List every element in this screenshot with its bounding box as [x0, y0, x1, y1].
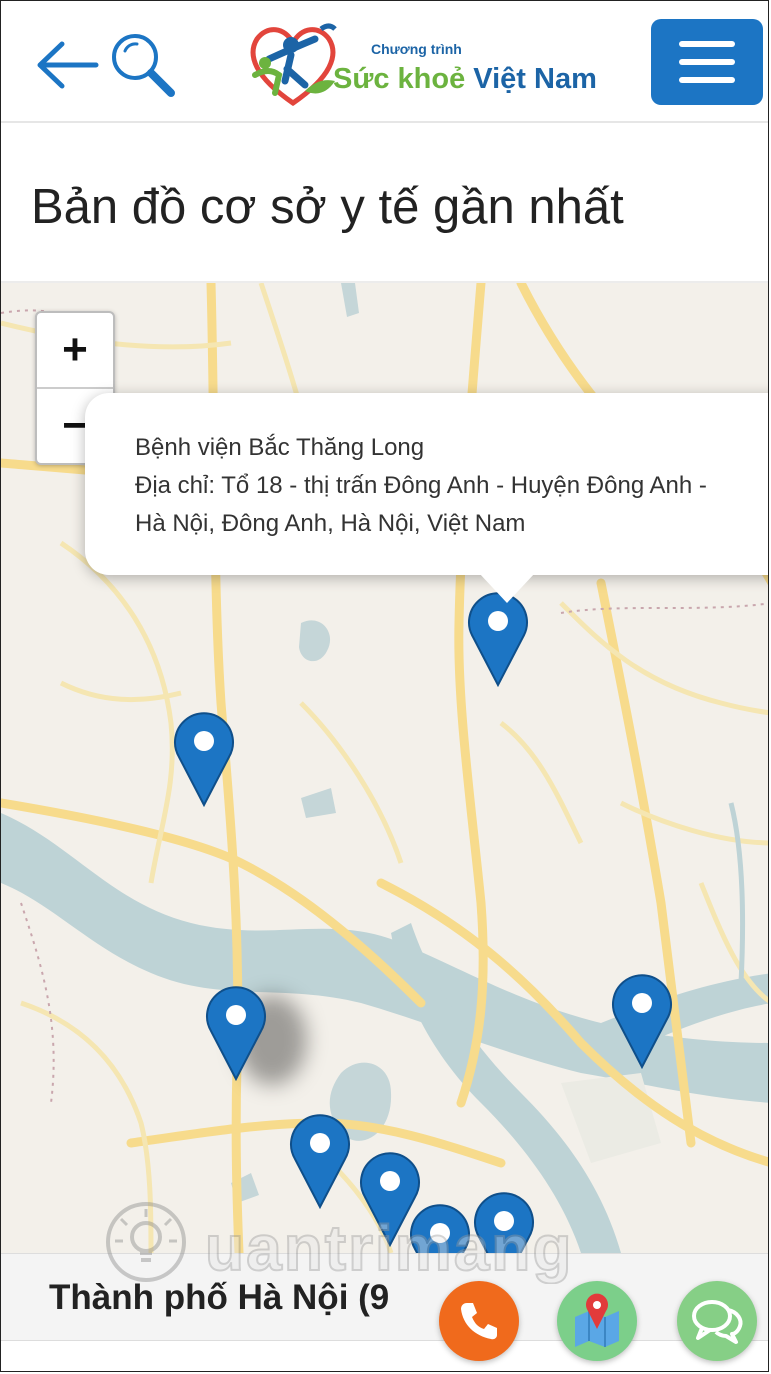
map-marker[interactable]: [173, 711, 235, 807]
header: Chương trình Sức khoẻ Việt Nam: [1, 1, 768, 123]
search-button[interactable]: [105, 27, 181, 103]
map-marker[interactable]: [473, 1191, 535, 1253]
brand-logo[interactable]: Chương trình Sức khoẻ Việt Nam: [245, 19, 625, 111]
popup-content: Bệnh viện Bắc Thăng Long Địa chỉ: Tổ 18 …: [135, 429, 707, 543]
zoom-in-button[interactable]: +: [37, 313, 113, 389]
call-button[interactable]: [439, 1281, 519, 1361]
map-pin-icon: [575, 1293, 619, 1347]
popup-address-line-2: Hà Nội, Đông Anh, Hà Nội, Việt Nam: [135, 510, 526, 537]
chat-bubble-icon: [692, 1300, 743, 1344]
map-marker[interactable]: [409, 1203, 471, 1253]
map-marker-icon: [474, 1192, 534, 1253]
title-section: Bản đồ cơ sở y tế gần nhất: [1, 123, 768, 283]
logo-main-text: Sức khoẻ Việt Nam: [333, 63, 597, 96]
map-button[interactable]: [557, 1281, 637, 1361]
marker-info-popup[interactable]: Bệnh viện Bắc Thăng Long Địa chỉ: Tổ 18 …: [85, 393, 768, 603]
popup-pointer: [479, 573, 535, 603]
logo-emblem-icon: [250, 23, 337, 107]
map-view[interactable]: + − Bệnh viện Bắc Thăng Long Địa chỉ: Tổ…: [1, 283, 768, 1253]
arrow-left-icon: [37, 41, 99, 89]
logo-green-text: Sức khoẻ: [333, 63, 466, 95]
map-marker-icon: [612, 974, 672, 1069]
menu-button[interactable]: [651, 19, 763, 105]
map-marker-icon: [468, 592, 528, 687]
logo-small-text: Chương trình: [371, 41, 462, 57]
phone-icon: [461, 1303, 497, 1340]
popup-address-line-1: Địa chỉ: Tổ 18 - thị trấn Đông Anh - Huy…: [135, 472, 707, 499]
map-marker[interactable]: [289, 1113, 351, 1209]
back-button[interactable]: [29, 27, 105, 103]
map-marker[interactable]: [611, 973, 673, 1069]
map-marker-icon: [410, 1204, 470, 1253]
map-marker[interactable]: [467, 591, 529, 687]
map-marker[interactable]: [205, 985, 267, 1081]
map-marker-icon: [174, 712, 234, 807]
popup-facility-name: Bệnh viện Bắc Thăng Long: [135, 434, 425, 461]
hamburger-menu-icon: [679, 41, 735, 47]
location-bar[interactable]: Thành phố Hà Nội (9: [1, 1253, 768, 1341]
logo-blue-text: Việt Nam: [473, 63, 597, 95]
city-label: Thành phố Hà Nội (9: [49, 1278, 390, 1317]
chat-button[interactable]: [677, 1281, 757, 1361]
page-title: Bản đồ cơ sở y tế gần nhất: [31, 180, 624, 234]
hamburger-line: [679, 59, 735, 65]
app-frame: Chương trình Sức khoẻ Việt Nam Bản đồ cơ…: [0, 0, 769, 1372]
hamburger-line: [679, 77, 735, 83]
search-icon: [112, 34, 175, 97]
map-marker-icon: [206, 986, 266, 1081]
map-marker-icon: [290, 1114, 350, 1209]
